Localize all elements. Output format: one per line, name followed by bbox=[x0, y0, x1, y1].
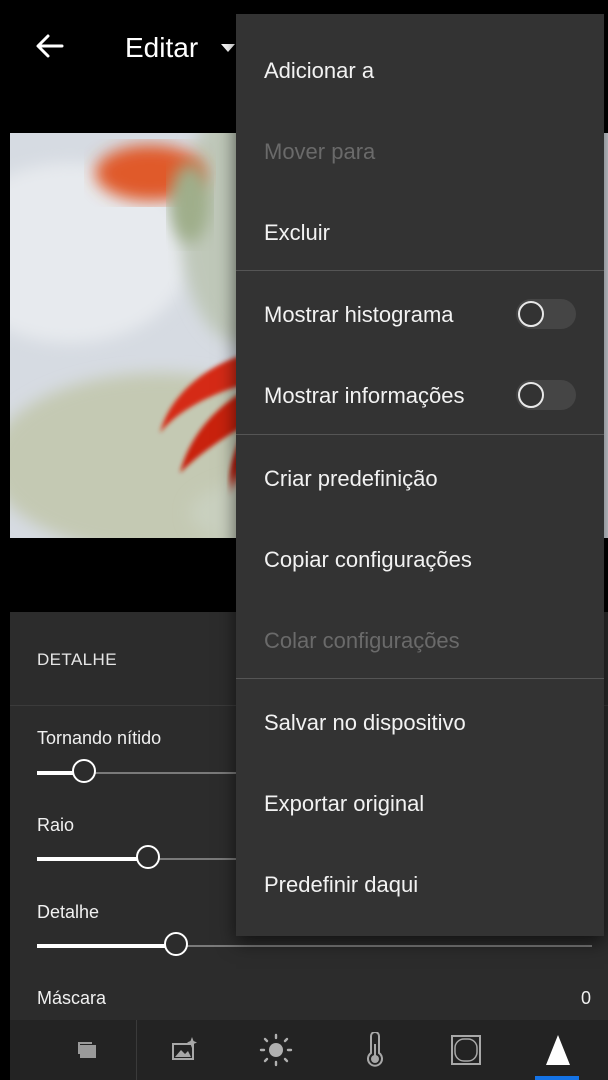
page-title[interactable]: Editar bbox=[125, 32, 198, 64]
detail-slider-knob[interactable] bbox=[164, 932, 188, 956]
menu-divider bbox=[236, 434, 604, 435]
color-temperature-icon[interactable] bbox=[355, 1030, 395, 1070]
masking-value: 0 bbox=[580, 988, 591, 1008]
menu-item-create-preset[interactable]: Criar predefinição bbox=[264, 466, 438, 492]
detail-slider[interactable] bbox=[37, 932, 592, 956]
menu-item-show-info[interactable]: Mostrar informações bbox=[264, 383, 465, 409]
bottom-toolbar bbox=[10, 1020, 608, 1080]
menu-item-move-to: Mover para bbox=[264, 139, 376, 164]
info-toggle[interactable] bbox=[516, 380, 576, 410]
histogram-toggle-knob bbox=[518, 301, 544, 327]
slider-label-masking: Máscara bbox=[37, 988, 107, 1008]
detail-icon[interactable] bbox=[538, 1030, 578, 1070]
menu-divider bbox=[236, 678, 604, 679]
menu-item-save-to-device[interactable]: Salvar no dispositivo bbox=[264, 710, 466, 736]
menu-item-copy-settings[interactable]: Copiar configurações bbox=[264, 547, 472, 573]
overflow-menu: Adicionar a Mover para Excluir Mostrar h… bbox=[236, 14, 604, 936]
active-tab-indicator bbox=[535, 1076, 579, 1080]
back-arrow-icon[interactable] bbox=[34, 30, 66, 62]
menu-item-paste-settings: Colar configurações bbox=[264, 628, 460, 653]
toolbar-separator bbox=[136, 1020, 137, 1080]
menu-item-preset-from-here[interactable]: Predefinir daqui bbox=[264, 872, 418, 898]
auto-enhance-icon[interactable] bbox=[164, 1030, 204, 1070]
menu-item-add-to[interactable]: Adicionar a bbox=[264, 58, 374, 84]
presets-icon[interactable] bbox=[68, 1030, 108, 1070]
histogram-toggle[interactable] bbox=[516, 299, 576, 329]
radius-slider-knob[interactable] bbox=[136, 845, 160, 869]
panel-title: DETALHE bbox=[37, 650, 117, 669]
light-icon[interactable] bbox=[256, 1030, 296, 1070]
menu-item-show-histogram[interactable]: Mostrar histograma bbox=[264, 302, 454, 328]
slider-label-radius: Raio bbox=[37, 815, 75, 835]
info-toggle-knob bbox=[518, 382, 544, 408]
effects-vignette-icon[interactable] bbox=[446, 1030, 486, 1070]
title-dropdown-icon[interactable] bbox=[221, 44, 235, 52]
slider-label-sharpening: Tornando nítido bbox=[37, 728, 162, 748]
menu-item-export-original[interactable]: Exportar original bbox=[264, 791, 424, 817]
radius-slider-fill bbox=[37, 857, 148, 861]
menu-divider bbox=[236, 270, 604, 271]
detail-slider-fill bbox=[37, 944, 176, 948]
menu-item-delete[interactable]: Excluir bbox=[264, 220, 330, 246]
sharpening-slider-knob[interactable] bbox=[72, 759, 96, 783]
slider-label-detail: Detalhe bbox=[37, 902, 100, 922]
